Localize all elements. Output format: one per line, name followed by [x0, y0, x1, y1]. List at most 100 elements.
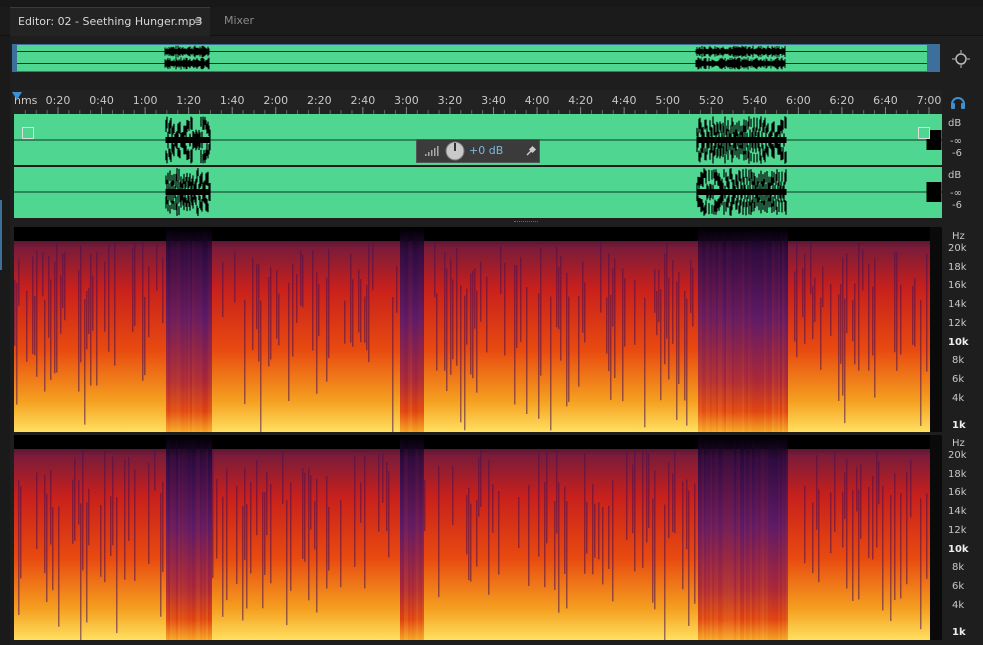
db-label: dB [948, 118, 962, 129]
spectral-column [182, 227, 184, 432]
spectral-column [768, 435, 770, 640]
spectral-streak [610, 294, 612, 400]
spectral-column [740, 435, 742, 640]
spectral-streak [250, 481, 252, 574]
spectral-column [420, 435, 422, 640]
spectral-column [194, 435, 196, 640]
left-resize-handle[interactable] [0, 200, 2, 270]
spectral-streak [846, 253, 848, 334]
spectral-streak [840, 284, 842, 364]
overview-left-handle[interactable] [13, 45, 17, 71]
spectral-column [196, 227, 198, 432]
spectral-streak [470, 273, 472, 375]
spectral-streak [858, 242, 860, 371]
channel-separator [14, 432, 942, 435]
hz-label: 6k [952, 580, 965, 592]
volume-hud[interactable]: +0 dB [416, 139, 540, 163]
knob-icon[interactable] [445, 141, 465, 161]
spectral-streak [444, 252, 446, 371]
spectral-streak [368, 244, 370, 363]
spectral-streak [474, 268, 476, 329]
tab-editor[interactable]: Editor: 02 - Seething Hunger.mp3 ≡ [10, 7, 210, 36]
time-ruler[interactable]: hms 0:20 0:40 1:00 1:20 1:40 2:00 2:20 2:40 3:00 3… [12, 90, 942, 114]
spectral-streak [856, 467, 858, 512]
spectral-streak [144, 296, 146, 376]
spectral-streak [296, 273, 298, 323]
spectral-column [730, 227, 732, 432]
panel-divider[interactable] [14, 218, 942, 227]
spectral-streak [112, 456, 114, 546]
hz-label: Hz [952, 438, 965, 449]
spectral-streak [438, 466, 440, 598]
ruler-tick-label: 1:20 [176, 94, 201, 107]
hz-label: 10k [948, 336, 969, 348]
spectral-streak [584, 453, 586, 574]
overview-right-handle[interactable] [927, 45, 939, 71]
spectral-streak [212, 449, 214, 579]
spectral-streak [56, 244, 58, 373]
spectral-streak [18, 259, 20, 306]
spectral-streak [878, 460, 880, 505]
spectral-streak [920, 299, 922, 426]
spectral-column [760, 227, 762, 432]
spectral-column [204, 435, 206, 640]
spectral-column [184, 435, 186, 640]
spectral-streak [926, 493, 928, 579]
spectral-channel-bg [14, 227, 942, 432]
spectral-column [740, 227, 742, 432]
spectral-column [422, 227, 424, 432]
spectral-streak [72, 479, 74, 544]
zoom-icon[interactable] [950, 48, 972, 70]
spectral-column [746, 227, 748, 432]
spectral-streak [794, 271, 796, 342]
fade-out-handle[interactable] [918, 127, 930, 139]
spectral-streak [364, 455, 366, 589]
hz-label: 8k [952, 355, 965, 367]
spectral-streak [678, 271, 680, 384]
spectral-streak [566, 272, 568, 407]
tab-bar: Editor: 02 - Seething Hunger.mp3 ≡ Mixer [0, 7, 983, 36]
ruler-tick-label: 4:20 [568, 94, 593, 107]
spectral-column [206, 435, 208, 640]
overview-navigator[interactable] [12, 44, 940, 72]
spectral-column [774, 227, 776, 432]
spectral-streak [396, 265, 398, 313]
spectral-column [174, 435, 176, 640]
spectral-streak [460, 285, 462, 423]
spectral-streak [894, 252, 896, 353]
tab-mixer[interactable]: Mixer [214, 7, 284, 35]
spectral-display[interactable] [14, 227, 942, 640]
spectral-column [716, 227, 718, 432]
spectral-streak [818, 489, 820, 583]
spectral-column [712, 435, 714, 640]
spectral-column [782, 435, 784, 640]
waveform-display[interactable] [14, 114, 942, 218]
spectral-column [730, 435, 732, 640]
spectral-streak [582, 261, 584, 333]
spectral-streak [244, 468, 246, 560]
spectral-streak [244, 299, 246, 405]
spectral-streak [804, 486, 806, 564]
hz-label: 20k [948, 243, 967, 254]
spectral-streak [914, 278, 916, 347]
spectral-streak [124, 459, 126, 580]
spectral-streak [378, 454, 380, 532]
spectral-streak [852, 300, 854, 342]
headphone-icon[interactable] [950, 94, 966, 110]
spectral-streak [612, 480, 614, 602]
spectral-streak [60, 275, 62, 334]
spectral-streak [872, 286, 874, 356]
fade-in-handle[interactable] [22, 127, 34, 139]
spectral-streak [326, 277, 328, 382]
spectral-column [776, 435, 778, 640]
hz-label: 1k [952, 420, 966, 431]
spectral-column [170, 227, 172, 432]
spectral-column [190, 227, 192, 432]
spectral-column [168, 227, 170, 432]
spectral-column [754, 435, 756, 640]
pin-icon[interactable] [525, 145, 537, 157]
spectral-streak [312, 250, 314, 351]
tab-menu-icon[interactable]: ≡ [194, 8, 202, 36]
spectral-column [710, 435, 712, 640]
spectral-column [202, 227, 204, 432]
